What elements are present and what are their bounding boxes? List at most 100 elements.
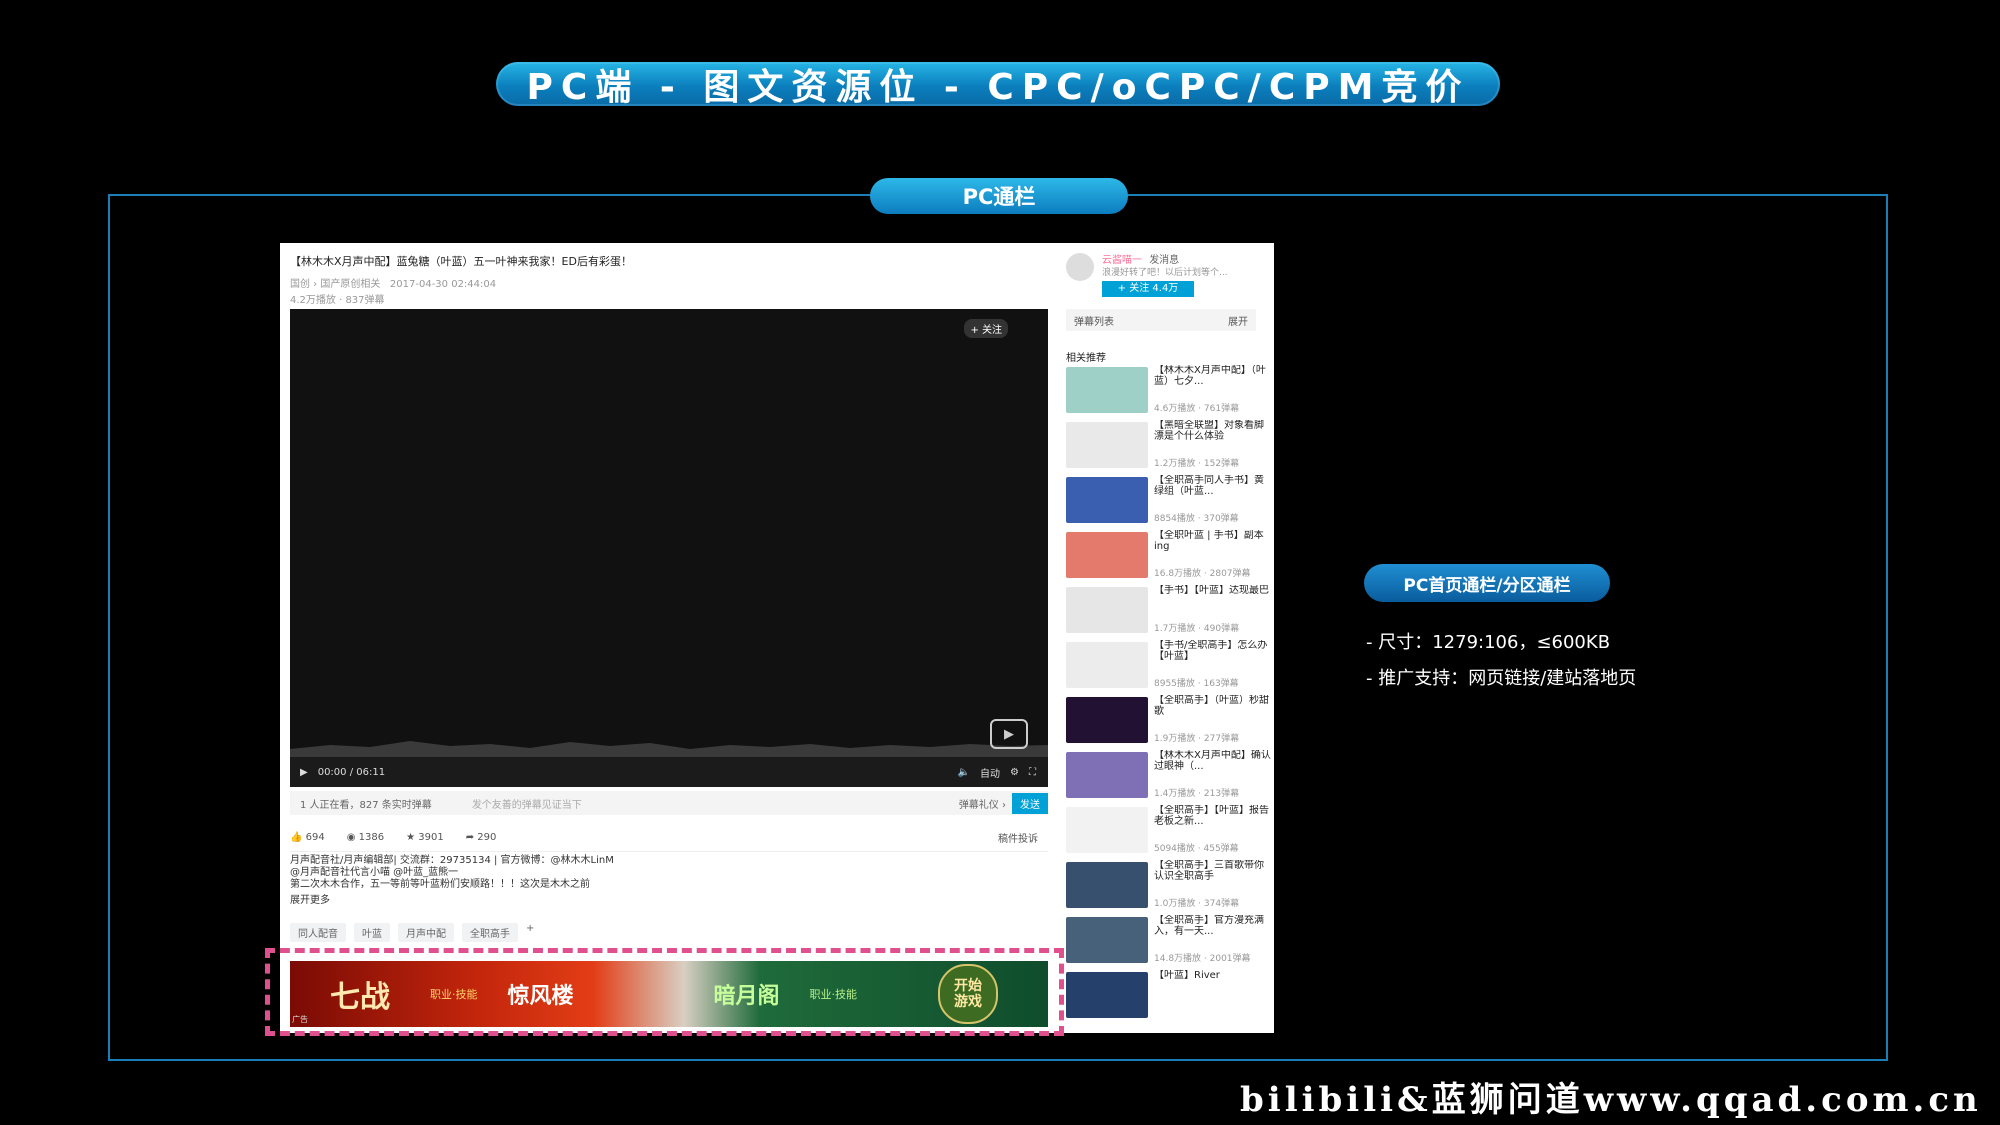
related-video-item[interactable]: 【林木木X月声中配】（叶蓝）七夕... 4.6万播放 · 761弹幕 [1066, 365, 1274, 419]
video-description: 月声配音社/月声编辑部| 交流群：29735134 | 官方微博：@林木木Lin… [290, 855, 690, 907]
related-video-stats: 1.7万播放 · 490弹幕 [1154, 621, 1239, 634]
tag-list: 同人配音 叶蓝 月声中配 全职高手 + [290, 923, 534, 942]
related-video-stats: 16.8万播放 · 2807弹幕 [1154, 566, 1251, 579]
related-video-item[interactable]: 【黑暗全联盟】对象看脚漂是个什么体验 1.2万播放 · 152弹幕 [1066, 420, 1274, 474]
related-heading: 相关推荐 [1066, 349, 1106, 364]
danmaku-bar: 1 人正在看，827 条实时弹幕 发个友善的弹幕见证当下 弹幕礼仪 › 发送 [290, 791, 1048, 815]
video-thumbnail[interactable] [1066, 862, 1148, 908]
promotion-support: - 推广支持：网页链接/建站落地页 [1366, 664, 1636, 690]
video-thumbnail[interactable] [1066, 532, 1148, 578]
share-button[interactable]: ➦ 290 [466, 832, 497, 843]
player-follow-button[interactable]: + 关注 [964, 319, 1008, 338]
video-date: 2017-04-30 02:44:04 [390, 279, 496, 290]
volume-icon[interactable]: 🔈 [958, 767, 970, 778]
video-thumbnail[interactable] [1066, 807, 1148, 853]
related-video-item[interactable]: 【全职高手】（叶蓝）秒甜歌 1.9万播放 · 277弹幕 [1066, 695, 1274, 749]
watching-count: 1 人正在看，827 条实时弹幕 [300, 796, 432, 811]
size-spec: - 尺寸：1279:106，≤600KB [1366, 628, 1610, 654]
related-video-stats: 1.9万播放 · 277弹幕 [1154, 731, 1239, 744]
add-tag-button[interactable]: + [526, 923, 534, 942]
tag[interactable]: 全职高手 [462, 923, 518, 942]
related-video-title[interactable]: 【全职高手】（叶蓝）秒甜歌 [1154, 695, 1272, 717]
video-thumbnail[interactable] [1066, 697, 1148, 743]
related-video-stats: 1.0万播放 · 374弹幕 [1154, 896, 1239, 909]
related-video-item[interactable]: 【叶蓝】River [1066, 970, 1274, 1024]
related-video-title[interactable]: 【全职高手】官方漫充满入，有一天... [1154, 915, 1272, 937]
related-video-item[interactable]: 【全职高手同人手书】黄绿组（叶蓝... 8854播放 · 370弹幕 [1066, 475, 1274, 529]
video-thumbnail[interactable] [1066, 972, 1148, 1018]
sidebar: 云酱喵一 发消息 浪漫好转了吧！以后计划等个... + 关注 4.4万 弹幕列表… [1066, 243, 1274, 1033]
related-video-item[interactable]: 【全职高手】三首歌带你认识全职高手 1.0万播放 · 374弹幕 [1066, 860, 1274, 914]
send-button[interactable]: 发送 [1012, 793, 1048, 814]
related-video-stats: 8955播放 · 163弹幕 [1154, 676, 1239, 689]
video-thumbnail[interactable] [1066, 642, 1148, 688]
player-controls: ▶ 00:00 / 06:11 🔈 自动 ⚙ ⛶ [290, 757, 1048, 787]
related-video-stats: 1.2万播放 · 152弹幕 [1154, 456, 1239, 469]
related-video-title[interactable]: 【林木木X月声中配】（叶蓝）七夕... [1154, 365, 1272, 387]
bilibili-tv-icon: ▶ [990, 719, 1028, 749]
related-video-stats: 5094播放 · 455弹幕 [1154, 841, 1239, 854]
related-video-stats: 4.6万播放 · 761弹幕 [1154, 401, 1239, 414]
expand-more-link[interactable]: 展开更多 [290, 895, 690, 907]
tag[interactable]: 同人配音 [290, 923, 346, 942]
related-video-title[interactable]: 【手书/全职高手】怎么办【叶蓝】 [1154, 640, 1272, 662]
danmaku-list-header[interactable]: 弹幕列表 展开 [1066, 309, 1256, 331]
related-video-title[interactable]: 【全职高手同人手书】黄绿组（叶蓝... [1154, 475, 1272, 497]
video-category-date: 国创 › 国产原创相关 2017-04-30 02:44:04 [290, 275, 496, 290]
video-thumbnail[interactable] [1066, 422, 1148, 468]
ad-slot-highlight [265, 948, 1064, 1036]
section-label: PC通栏 [870, 178, 1128, 214]
related-video-item[interactable]: 【林木木X月声中配】确认过眼神（...1.4万播放 · 213弹幕 [1066, 750, 1274, 804]
fullscreen-icon[interactable]: ⛶ [1029, 767, 1036, 778]
video-category[interactable]: 国创 › 国产原创相关 [290, 279, 380, 290]
related-video-title[interactable]: 【全职高手】【叶蓝】报告老板之新... [1154, 805, 1272, 827]
audio-waveform [290, 727, 1048, 757]
expand-link[interactable]: 展开 [1228, 313, 1248, 328]
time-display: 00:00 / 06:11 [318, 767, 385, 778]
related-video-item[interactable]: 【全职高手】【叶蓝】报告老板之新... 5094播放 · 455弹幕 [1066, 805, 1274, 859]
related-video-title[interactable]: 【手书】【叶蓝】达现最巴 [1154, 585, 1272, 607]
related-video-title[interactable]: 【全职高手】三首歌带你认识全职高手 [1154, 860, 1272, 882]
slot-type-badge: PC首页通栏/分区通栏 [1364, 564, 1610, 602]
danmaku-etiquette-link[interactable]: 弹幕礼仪 › [959, 796, 1006, 811]
uploader-info: 云酱喵一 发消息 [1102, 251, 1179, 266]
video-player[interactable]: + 关注 ▶ ▶ 00:00 / 06:11 🔈 自动 ⚙ ⛶ [290, 309, 1048, 787]
play-icon[interactable]: ▶ [300, 767, 308, 778]
related-video-item[interactable]: 【全职叶蓝 | 手书】副本ing 16.8万播放 · 2807弹幕 [1066, 530, 1274, 584]
related-video-title[interactable]: 【林木木X月声中配】确认过眼神（... [1154, 750, 1272, 772]
settings-icon[interactable]: ⚙ [1010, 767, 1019, 778]
video-thumbnail[interactable] [1066, 752, 1148, 798]
favorite-button[interactable]: ★ 3901 [406, 832, 444, 843]
like-button[interactable]: 👍 694 [290, 832, 325, 843]
tag[interactable]: 月声中配 [398, 923, 454, 942]
report-link[interactable]: 稿件投诉 [998, 830, 1038, 845]
related-video-title[interactable]: 【黑暗全联盟】对象看脚漂是个什么体验 [1154, 420, 1272, 442]
danmaku-input[interactable]: 发个友善的弹幕见证当下 [472, 796, 959, 811]
related-video-item[interactable]: 【手书/全职高手】怎么办【叶蓝】 8955播放 · 163弹幕 [1066, 640, 1274, 694]
related-video-stats: 8854播放 · 370弹幕 [1154, 511, 1239, 524]
desc-line: 月声配音社/月声编辑部| 交流群：29735134 | 官方微博：@林木木Lin… [290, 855, 690, 867]
video-stats: 👍 694 ◉ 1386 ★ 3901 ➦ 290 稿件投诉 [290, 823, 1048, 852]
related-video-item[interactable]: 【全职高手】官方漫充满入，有一天... 14.8万播放 · 2001弹幕 [1066, 915, 1274, 969]
tag[interactable]: 叶蓝 [354, 923, 390, 942]
footer-credit: bilibili&蓝狮问道www.qqad.com.cn [1240, 1072, 1982, 1121]
follow-button[interactable]: + 关注 4.4万 [1102, 281, 1194, 297]
related-video-title[interactable]: 【全职叶蓝 | 手书】副本ing [1154, 530, 1272, 552]
related-video-item[interactable]: 【手书】【叶蓝】达现最巴 1.7万播放 · 490弹幕 [1066, 585, 1274, 639]
video-thumbnail[interactable] [1066, 477, 1148, 523]
uploader-avatar[interactable] [1066, 253, 1094, 281]
coin-button[interactable]: ◉ 1386 [347, 832, 384, 843]
desc-line: 第二次木木合作，五一等前等叶蓝粉们安顺路！！！这次是木木之前 [290, 879, 690, 891]
video-page-screenshot: 【林木木X月声中配】蓝兔糖（叶蓝）五一叶神来我家！ED后有彩蛋！ 国创 › 国产… [280, 243, 1274, 1033]
video-views: 4.2万播放 · 837弹幕 [290, 291, 385, 306]
video-thumbnail[interactable] [1066, 917, 1148, 963]
page-title: PC端 - 图文资源位 - CPC/oCPC/CPM竞价 [496, 62, 1500, 106]
video-title[interactable]: 【林木木X月声中配】蓝兔糖（叶蓝）五一叶神来我家！ED后有彩蛋！ [290, 253, 632, 269]
video-thumbnail[interactable] [1066, 367, 1148, 413]
related-video-stats: 14.8万播放 · 2001弹幕 [1154, 951, 1251, 964]
related-video-title[interactable]: 【叶蓝】River [1154, 970, 1272, 992]
quality-auto[interactable]: 自动 [980, 765, 1000, 780]
danmaku-list-label: 弹幕列表 [1074, 313, 1114, 328]
uploader-bio: 浪漫好转了吧！以后计划等个... [1102, 265, 1228, 278]
video-thumbnail[interactable] [1066, 587, 1148, 633]
